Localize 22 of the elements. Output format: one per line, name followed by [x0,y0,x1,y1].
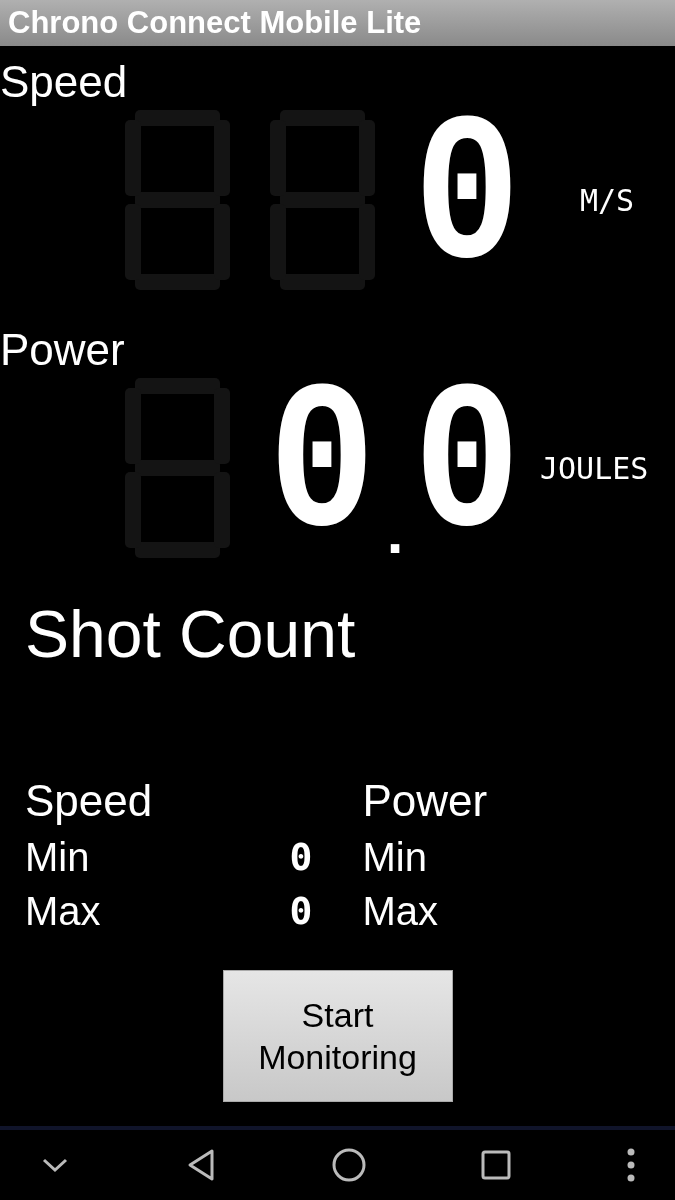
unit-label: JOULES [540,449,649,488]
recents-icon[interactable] [481,1150,512,1180]
display-digit: 0 [413,100,522,300]
display-digit: 0 [413,368,522,568]
more-options-icon[interactable] [627,1148,635,1182]
stat-label: Max [362,888,439,935]
display-digit: 0 [268,368,377,568]
home-icon[interactable] [331,1148,366,1182]
readout-label: Speed [0,56,128,108]
app-title: Chrono Connect Mobile Lite [8,3,422,42]
shot-count-label: Shot Count [25,597,356,671]
stat-label: Min [362,834,427,881]
stat-label: Min [25,834,90,881]
start-monitoring-button[interactable]: Start Monitoring [222,970,453,1102]
decimal-point: . [386,508,404,558]
stats-heading: Power [362,775,489,827]
stat-value: 0 [289,887,313,935]
stat-label: Max [25,888,101,935]
readout-label: Power [0,324,125,376]
stat-value: 0 [289,833,313,881]
unit-label: M/S [580,181,635,220]
stats-heading: Speed [25,775,154,827]
